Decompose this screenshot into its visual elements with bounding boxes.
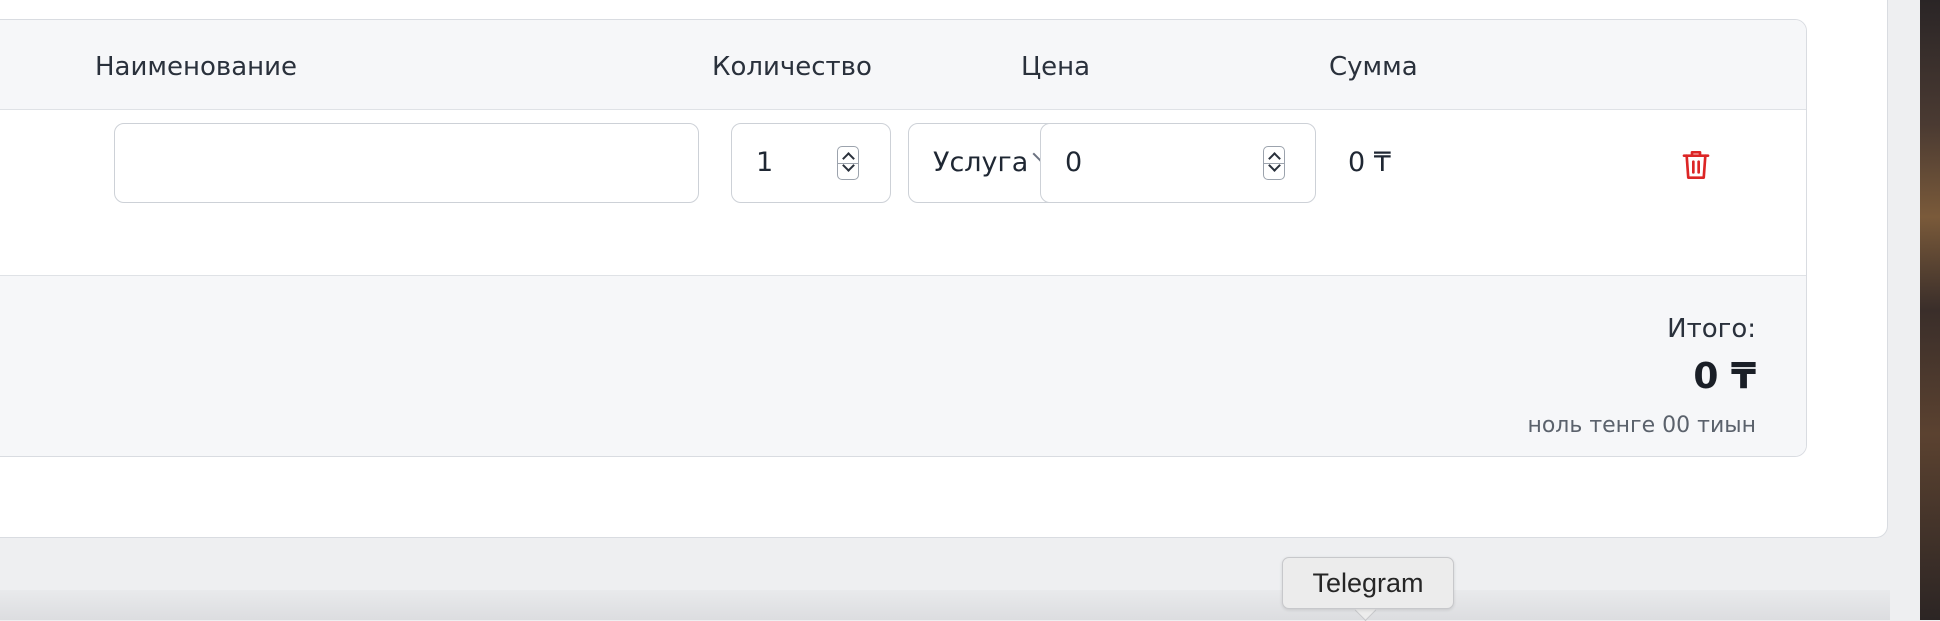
price-value: 0 [1065,147,1083,178]
price-input[interactable]: 0 [1040,123,1316,203]
table-footer: Итого: 0 ₸ ноль тенге 00 тиын [0,276,1806,456]
dock-tooltip: Telegram [1282,557,1454,609]
item-name-input[interactable] [114,123,699,203]
header-name: Наименование [95,52,298,82]
total-value: 0 ₸ [1693,356,1756,397]
total-in-words: ноль тенге 00 тиын [1527,413,1756,438]
quantity-stepper[interactable]: 1 [731,123,891,203]
trash-icon[interactable] [1680,147,1712,183]
unit-select[interactable]: Услуга [908,123,1058,203]
items-table: Наименование Количество Цена Сумма Итого… [0,19,1807,457]
desktop-wallpaper [1920,0,1940,620]
dock [0,590,1890,620]
stepper-arrows-icon[interactable] [837,146,859,180]
header-price: Цена [1021,52,1091,82]
quantity-value: 1 [756,147,774,178]
header-sum: Сумма [1329,52,1418,82]
table-header: Наименование Количество Цена Сумма [0,20,1806,110]
row-sum: 0 ₸ [1348,147,1391,178]
header-quantity: Количество [712,52,872,82]
unit-select-value: Услуга [933,147,1029,178]
stepper-arrows-icon[interactable] [1263,146,1285,180]
total-label: Итого: [1667,314,1756,344]
window-margin [1890,0,1920,620]
